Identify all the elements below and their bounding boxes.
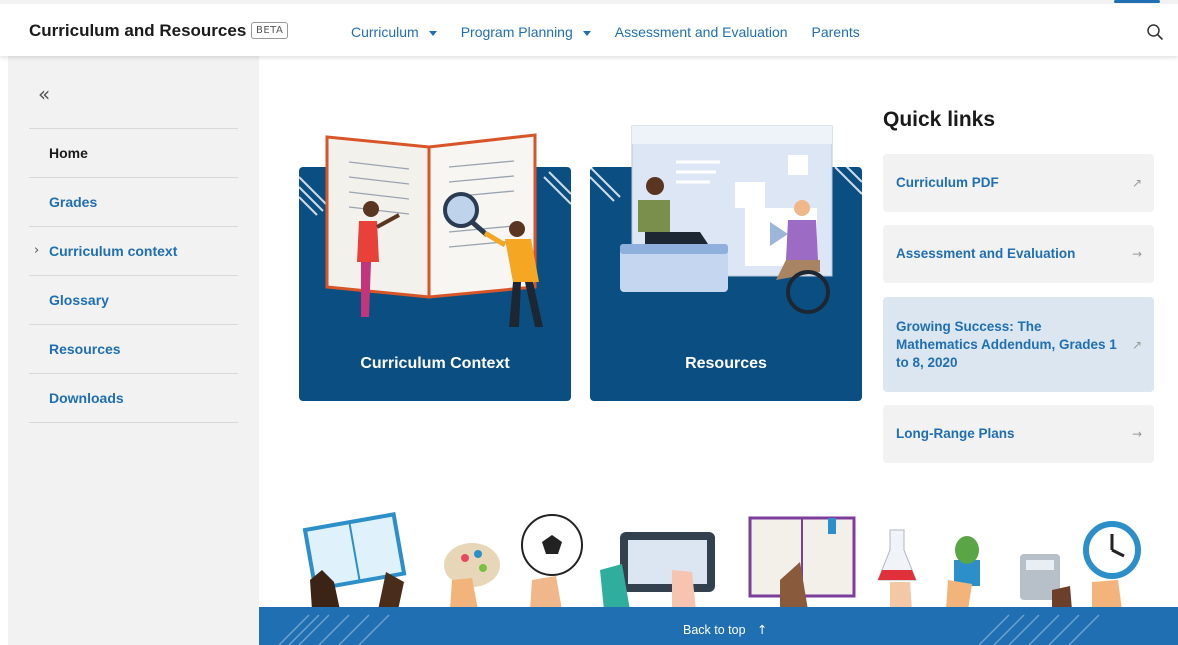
sidebar-item-label: Downloads: [49, 390, 124, 406]
nav-assessment-evaluation-label: Assessment and Evaluation: [614, 24, 788, 40]
nav-curriculum-label: Curriculum: [351, 24, 419, 40]
card-title: Curriculum Context: [360, 355, 510, 372]
sidebar-item-label: Curriculum context: [49, 243, 178, 259]
arrow-right-icon: →: [1131, 247, 1142, 261]
external-link-icon: ↗: [1131, 337, 1142, 352]
quick-link-growing-success[interactable]: Growing Success: The Mathematics Addendu…: [883, 297, 1154, 392]
site-header: Curriculum and Resources BETA Curriculum…: [0, 0, 1178, 56]
quick-link-label: Curriculum PDF: [896, 175, 999, 190]
search-icon[interactable]: [1146, 23, 1164, 41]
sidebar-item-label: Glossary: [49, 292, 109, 308]
quick-link-label: Growing Success: The Mathematics Addendu…: [896, 318, 1117, 370]
double-chevron-left-icon[interactable]: «: [38, 82, 50, 106]
back-to-top-label: Back to top: [683, 623, 746, 637]
arrow-right-icon: →: [1131, 427, 1142, 441]
quick-link-curriculum-pdf[interactable]: Curriculum PDF ↗: [883, 154, 1154, 212]
quick-links-title: Quick links: [883, 108, 996, 131]
quick-link-assessment-evaluation[interactable]: Assessment and Evaluation →: [883, 225, 1154, 283]
sidebar-nav: Home Grades › Curriculum context Glossar…: [29, 128, 238, 423]
sidebar-item-label: Grades: [49, 194, 98, 210]
header-accent-bar: [1114, 0, 1160, 3]
external-link-icon: ↗: [1131, 176, 1142, 190]
arrow-up-icon: ↑: [757, 622, 768, 637]
nav-parents-label: Parents: [811, 24, 860, 40]
caret-down-icon: [582, 30, 591, 36]
chevron-right-icon[interactable]: ›: [34, 243, 39, 258]
open-book-illustration: [298, 133, 572, 327]
decorative-hatch: [279, 614, 390, 645]
sidebar-item-home[interactable]: Home: [29, 129, 238, 178]
beta-badge: BETA: [251, 22, 289, 39]
card-curriculum-context[interactable]: Curriculum Context: [298, 133, 572, 401]
nav-parents[interactable]: Parents: [812, 24, 860, 40]
sidebar-item-downloads[interactable]: Downloads: [29, 374, 238, 423]
nav-assessment-evaluation[interactable]: Assessment and Evaluation: [615, 24, 788, 40]
site-title[interactable]: Curriculum and Resources: [29, 21, 246, 41]
sidebar-item-label: Resources: [49, 341, 121, 357]
sidebar-item-label: Home: [49, 145, 88, 161]
sidebar-item-grades[interactable]: Grades: [29, 178, 238, 227]
nav-curriculum[interactable]: Curriculum: [351, 24, 437, 40]
quick-link-label: Long-Range Plans: [896, 426, 1015, 441]
card-resources[interactable]: Resources: [589, 125, 863, 401]
nav-program-planning[interactable]: Program Planning: [461, 24, 591, 40]
quick-link-long-range-plans[interactable]: Long-Range Plans →: [883, 405, 1154, 463]
nav-program-planning-label: Program Planning: [460, 24, 573, 40]
sidebar-item-curriculum-context[interactable]: › Curriculum context: [29, 227, 238, 276]
caret-down-icon: [428, 30, 437, 36]
decorative-hatch: [979, 614, 1100, 645]
sidebar-item-resources[interactable]: Resources: [29, 325, 238, 374]
main-nav: Curriculum Program Planning Assessment a…: [351, 24, 884, 40]
learning-hands-illustration: [302, 512, 1141, 610]
quick-link-label: Assessment and Evaluation: [896, 246, 1076, 261]
back-to-top-link[interactable]: Back to top ↑: [683, 622, 768, 637]
browser-illustration: [589, 125, 863, 314]
card-title: Resources: [685, 355, 767, 372]
sidebar: « Home Grades › Curriculum context Gloss…: [8, 56, 259, 645]
sidebar-item-glossary[interactable]: Glossary: [29, 276, 238, 325]
